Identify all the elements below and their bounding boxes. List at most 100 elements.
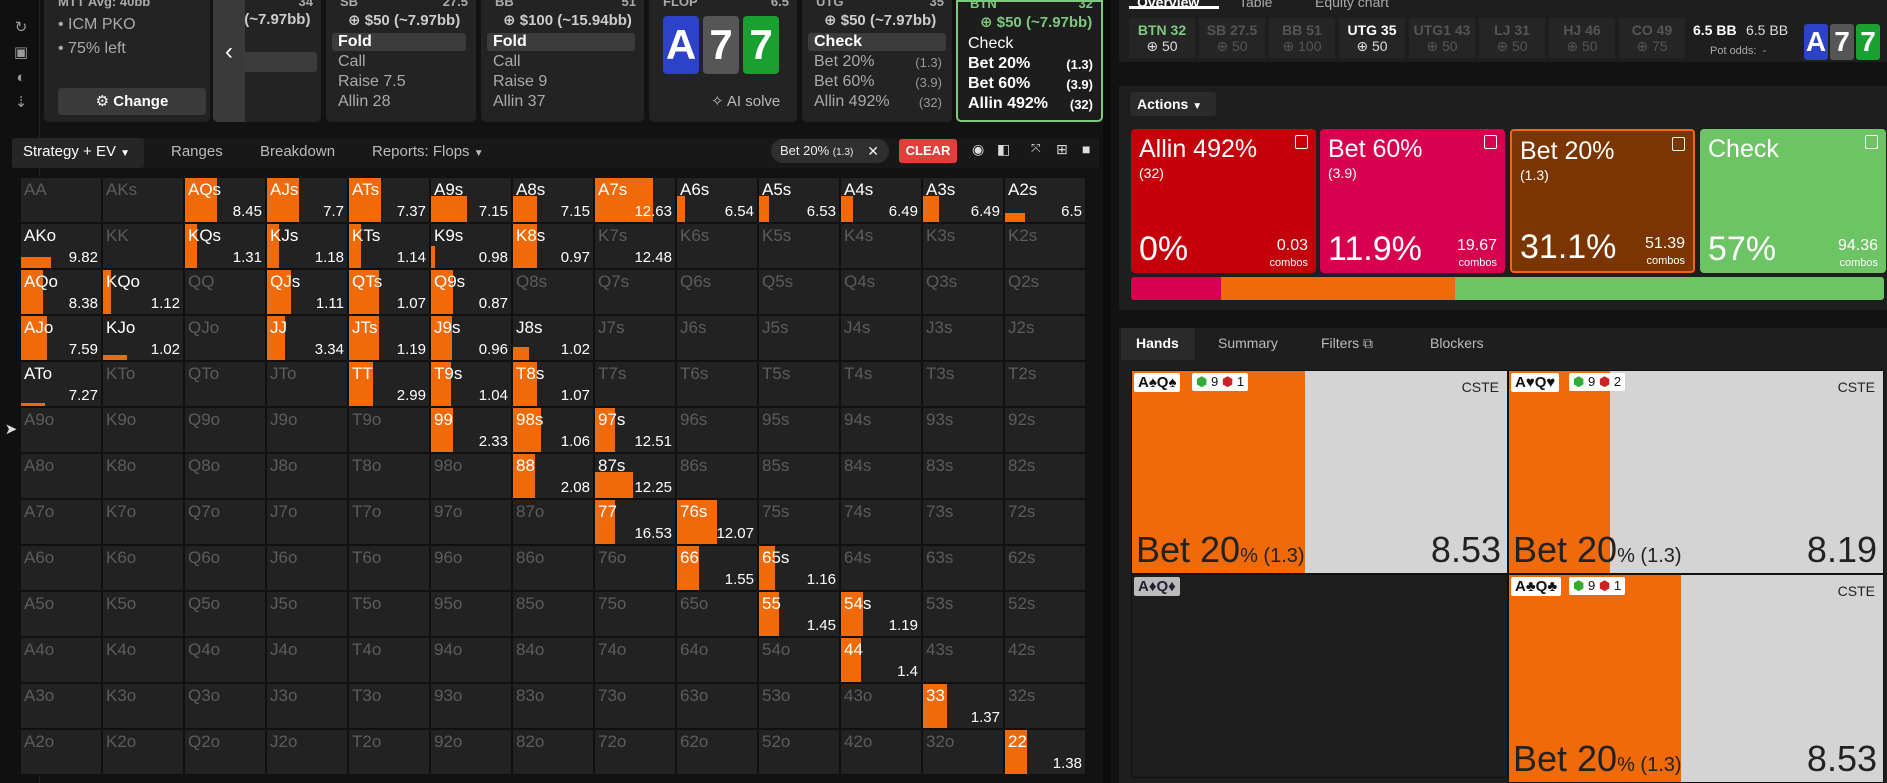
hand-cell[interactable]: K4s	[840, 223, 922, 269]
hand-cell[interactable]: 96s	[676, 407, 758, 453]
ai-solve-button[interactable]: ✧ AI solve	[711, 92, 780, 110]
hand-cell[interactable]: J2s	[1004, 315, 1086, 361]
hand-cell[interactable]: 85s	[758, 453, 840, 499]
view-toggle-icon[interactable]: ◉	[972, 141, 984, 158]
hand-cell[interactable]: KJo 1.02	[102, 315, 184, 361]
hand-cell[interactable]: Q8o	[184, 453, 266, 499]
hand-card[interactable]: A♣Q♣ ⬢ 9 ⬢ 1 CSTE Bet 20% (1.3) 8.53	[1508, 574, 1884, 783]
action-box[interactable]: Check 57% 94.36 combos	[1700, 129, 1886, 273]
hand-cell[interactable]: AQo 8.38	[20, 269, 102, 315]
hand-cell[interactable]: 74o	[594, 637, 676, 683]
hand-cell[interactable]: A6s 6.54	[676, 177, 758, 223]
hand-cell[interactable]: 53o	[758, 683, 840, 729]
hand-cell[interactable]: Q6s	[676, 269, 758, 315]
position-item[interactable]: SB 27.5 ⊕ 50	[1199, 18, 1265, 58]
hand-cell[interactable]: 42o	[840, 729, 922, 775]
position-item[interactable]: LJ 31 ⊕ 50	[1479, 18, 1545, 58]
hand-cell[interactable]: J6o	[266, 545, 348, 591]
hand-cell[interactable]: 66 1.55	[676, 545, 758, 591]
hand-cell[interactable]: T6o	[348, 545, 430, 591]
hand-cell[interactable]: AJo 7.59	[20, 315, 102, 361]
hand-cell[interactable]: 95o	[430, 591, 512, 637]
note-icon[interactable]	[1295, 135, 1308, 149]
hand-cell[interactable]: J3o	[266, 683, 348, 729]
tab-table[interactable]: Table	[1239, 0, 1272, 10]
hand-cell[interactable]: Q6o	[184, 545, 266, 591]
hand-cell[interactable]: 84s	[840, 453, 922, 499]
hand-cell[interactable]: Q4o	[184, 637, 266, 683]
hand-cell[interactable]: AKs	[102, 177, 184, 223]
hand-cell[interactable]: A3o	[20, 683, 102, 729]
sb-panel[interactable]: SB 27.5 ⊕ $50 (~7.97bb) Fold Call Raise …	[326, 0, 476, 122]
hand-cell[interactable]: T7s	[594, 361, 676, 407]
utg-panel[interactable]: UTG 35 ⊕ $50 (~7.97bb) Check Bet 20% (1.3…	[802, 0, 952, 122]
action-box[interactable]: Bet 60% (3.9) 11.9% 19.67 combos	[1320, 129, 1505, 273]
hand-cell[interactable]: 54s 1.19	[840, 591, 922, 637]
hand-cell[interactable]: J4s	[840, 315, 922, 361]
hand-cell[interactable]: 62o	[676, 729, 758, 775]
hand-cell[interactable]: 74s	[840, 499, 922, 545]
hand-cell[interactable]: 75o	[594, 591, 676, 637]
hand-cell[interactable]: 42s	[1004, 637, 1086, 683]
sb-action-fold[interactable]: Fold	[332, 33, 466, 51]
btn-action-bet60[interactable]: Bet 60% (3.9)	[968, 75, 1093, 93]
tab-summary[interactable]: Summary	[1218, 335, 1278, 351]
hand-cell[interactable]: J8s 1.02	[512, 315, 594, 361]
hand-cell[interactable]: Q5o	[184, 591, 266, 637]
hand-cell[interactable]: A5s 6.53	[758, 177, 840, 223]
scroll-left-button[interactable]: ‹	[213, 0, 245, 122]
hand-cell[interactable]: 65s 1.16	[758, 545, 840, 591]
hand-cell[interactable]: T5o	[348, 591, 430, 637]
note-icon[interactable]	[1865, 135, 1878, 149]
btn-action-check[interactable]: Check	[968, 35, 1013, 53]
refresh-icon[interactable]: ↻	[10, 18, 32, 38]
hand-cell[interactable]: K2s	[1004, 223, 1086, 269]
hand-cell[interactable]: ATo 7.27	[20, 361, 102, 407]
hand-cell[interactable]: JTs 1.19	[348, 315, 430, 361]
hand-cell[interactable]: KQs 1.31	[184, 223, 266, 269]
utg-action-check[interactable]: Check	[808, 33, 946, 51]
hand-cell[interactable]: 85o	[512, 591, 594, 637]
hand-cell[interactable]: 53s	[922, 591, 1004, 637]
position-item[interactable]: CO 49 ⊕ 75	[1619, 18, 1685, 58]
hand-cell[interactable]: 75s	[758, 499, 840, 545]
tab-ranges[interactable]: Ranges	[171, 143, 223, 160]
hand-cell[interactable]: Q7s	[594, 269, 676, 315]
hand-cell[interactable]: 43o	[840, 683, 922, 729]
hand-cell[interactable]: 72o	[594, 729, 676, 775]
hand-cell[interactable]: Q9s 0.87	[430, 269, 512, 315]
utg-action-bet20[interactable]: Bet 20% (1.3)	[814, 53, 942, 71]
hand-cell[interactable]: 64o	[676, 637, 758, 683]
hand-cell[interactable]: T2s	[1004, 361, 1086, 407]
hand-cell[interactable]: K8o	[102, 453, 184, 499]
hand-cell[interactable]: K8s 0.97	[512, 223, 594, 269]
hand-cell[interactable]: A5o	[20, 591, 102, 637]
hand-cell[interactable]: AJs 7.7	[266, 177, 348, 223]
hand-cell[interactable]: 62s	[1004, 545, 1086, 591]
position-item[interactable]: BB 51 ⊕ 100	[1269, 18, 1335, 58]
hand-cell[interactable]: J6s	[676, 315, 758, 361]
hand-cell[interactable]: J5o	[266, 591, 348, 637]
utg-action-allin[interactable]: Allin 492% (32)	[814, 93, 942, 111]
hand-cell[interactable]: 54o	[758, 637, 840, 683]
hand-cell[interactable]: K5s	[758, 223, 840, 269]
hand-cell[interactable]: J9o	[266, 407, 348, 453]
hand-cell[interactable]: 63s	[922, 545, 1004, 591]
hand-cell[interactable]: J4o	[266, 637, 348, 683]
hand-cell[interactable]: A8o	[20, 453, 102, 499]
hand-cell[interactable]: J8o	[266, 453, 348, 499]
hand-cell[interactable]: 82o	[512, 729, 594, 775]
hand-cell[interactable]: 97o	[430, 499, 512, 545]
close-icon[interactable]: ✕	[867, 139, 879, 163]
hand-cell[interactable]: JJ 3.34	[266, 315, 348, 361]
hand-cell[interactable]: T8s 1.07	[512, 361, 594, 407]
hand-cell[interactable]: 73s	[922, 499, 1004, 545]
hand-cell[interactable]: 83s	[922, 453, 1004, 499]
contrast-icon[interactable]: ◧	[997, 141, 1010, 158]
hand-cell[interactable]: JTo	[266, 361, 348, 407]
hand-cell[interactable]: 86s	[676, 453, 758, 499]
bb-action-fold[interactable]: Fold	[487, 33, 635, 51]
hand-cell[interactable]: 93o	[430, 683, 512, 729]
hand-cell[interactable]: Q8s	[512, 269, 594, 315]
hand-cell[interactable]: KQo 1.12	[102, 269, 184, 315]
